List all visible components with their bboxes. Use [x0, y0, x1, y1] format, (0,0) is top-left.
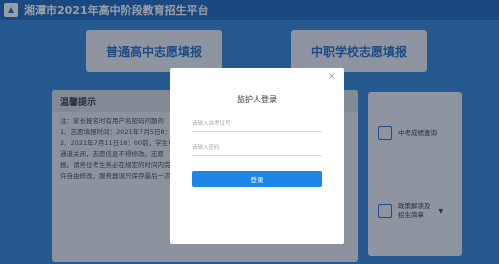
modal-title: 监护人登录 — [237, 95, 277, 104]
admission-ticket-input[interactable] — [192, 116, 322, 132]
guardian-login-modal: × 监护人登录 登录 — [170, 68, 344, 244]
login-button[interactable]: 登录 — [192, 171, 322, 187]
close-button[interactable]: × — [328, 71, 336, 82]
password-input[interactable] — [192, 140, 322, 156]
